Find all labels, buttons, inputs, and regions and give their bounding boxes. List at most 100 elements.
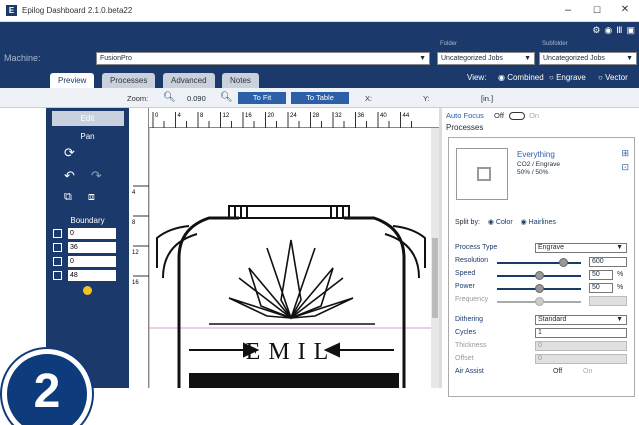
- frequency-label: Frequency: [455, 296, 489, 303]
- processes-title: Processes: [446, 123, 484, 132]
- help-icon[interactable]: ◉: [604, 25, 612, 36]
- ruler-tick-label: 8: [132, 220, 136, 226]
- boundary-bottom-field[interactable]: 36: [68, 242, 116, 253]
- split-by-label: Split by:: [455, 219, 480, 226]
- window-title: Epilog Dashboard 2.1.0.beta22: [22, 6, 133, 15]
- subfolder-label: Subfolder: [542, 41, 568, 47]
- ruler-tick-label: 20: [268, 113, 275, 119]
- process-thumbnail: [456, 148, 508, 200]
- speed-slider[interactable]: [497, 271, 581, 280]
- chevron-down-icon: ▼: [616, 244, 623, 251]
- ruler-top: 0 4 8 12 16 20 24 28 32 36 40 44: [149, 108, 439, 128]
- pan-label[interactable]: Pan: [46, 132, 129, 141]
- speed-field[interactable]: 50: [589, 270, 613, 280]
- view-vector-label: Vector: [605, 73, 628, 82]
- power-field[interactable]: 50: [589, 283, 613, 293]
- process-type-line: CO2 / Engrave: [517, 161, 560, 168]
- process-card[interactable]: Everything CO2 / Engrave 50% / 50% ⊞ ⊡ S…: [448, 137, 635, 397]
- power-knob[interactable]: [535, 284, 544, 293]
- group-icon[interactable]: ⧉: [64, 191, 72, 210]
- preview-canvas[interactable]: 0 4 8 12 16 20 24 28 32 36 40 44 EMIL 4 …: [129, 108, 442, 388]
- view-vector-radio[interactable]: ○ Vector: [598, 73, 628, 82]
- boundary-top-icon: [53, 229, 62, 238]
- zoom-in-icon[interactable]: 🔍︎: [220, 92, 233, 103]
- speed-label: Speed: [455, 270, 476, 277]
- split-color-radio[interactable]: ◉ Color: [488, 219, 513, 226]
- app-logo-icon: E: [6, 5, 17, 16]
- edit-button[interactable]: Edit: [51, 111, 124, 126]
- cycles-field[interactable]: 1: [535, 328, 627, 338]
- ruler-tick-label: 12: [223, 113, 230, 119]
- resolution-knob[interactable]: [559, 258, 568, 267]
- canvas-scrollbar[interactable]: [431, 128, 439, 388]
- boundary-left-field[interactable]: 0: [68, 256, 116, 267]
- view-engrave-label: Engrave: [556, 73, 586, 82]
- minimize-button[interactable]: –: [559, 3, 577, 17]
- speed-knob[interactable]: [535, 271, 544, 280]
- export-icon[interactable]: ⊡: [621, 162, 629, 173]
- power-unit: %: [617, 284, 624, 291]
- folder-select[interactable]: Uncategorized Jobs ▼: [437, 52, 535, 65]
- ruler-tick-label: 4: [132, 190, 136, 196]
- chevron-down-icon: ▼: [626, 55, 633, 62]
- offset-field: 0: [535, 354, 627, 364]
- split-hairlines-radio[interactable]: ◉ Hairlines: [521, 219, 556, 226]
- speed-unit: %: [617, 271, 624, 278]
- undo-icon[interactable]: ↶: [64, 168, 75, 187]
- power-label: Power: [455, 283, 475, 290]
- machine-select[interactable]: FusionPro ▼: [96, 52, 430, 65]
- boundary-left-icon: [53, 257, 62, 266]
- to-fit-button[interactable]: To Fit: [238, 92, 286, 104]
- ungroup-icon[interactable]: ⧈: [88, 191, 95, 210]
- to-table-button[interactable]: To Table: [291, 92, 349, 104]
- chevron-down-icon: ▼: [616, 316, 623, 323]
- tab-advanced[interactable]: Advanced: [163, 73, 215, 88]
- maximize-button[interactable]: ☐: [588, 3, 606, 17]
- tab-notes[interactable]: Notes: [222, 73, 259, 88]
- resolution-field[interactable]: 600: [589, 257, 627, 267]
- zoom-out-icon[interactable]: 🔍︎: [163, 92, 176, 103]
- x-label: X:: [365, 94, 373, 103]
- ruler-tick-label: 24: [290, 113, 297, 119]
- process-type-select[interactable]: Engrave ▼: [535, 243, 627, 253]
- top-icons: ⚙ ◉ Ⅲ ▣: [592, 25, 635, 36]
- ruler-tick-label: 40: [380, 113, 387, 119]
- jobs-icon[interactable]: Ⅲ: [616, 25, 622, 36]
- machine-value: FusionPro: [100, 55, 132, 62]
- ruler-tick-label: 28: [313, 113, 320, 119]
- subfolder-select[interactable]: Uncategorized Jobs ▼: [539, 52, 637, 65]
- dithering-select[interactable]: Standard ▼: [535, 315, 627, 325]
- machine-label: Machine:: [4, 53, 41, 63]
- tab-preview[interactable]: Preview: [50, 73, 95, 88]
- redo-icon[interactable]: ↷: [91, 168, 102, 187]
- ruler-tick-label: 0: [155, 113, 159, 119]
- view-engrave-radio[interactable]: ○ Engrave: [549, 73, 586, 82]
- boundary-top-field[interactable]: 0: [68, 228, 116, 239]
- printer-icon[interactable]: ▣: [626, 25, 635, 36]
- settings-gear-icon[interactable]: ⚙: [592, 25, 600, 36]
- boundary-right-field[interactable]: 48: [68, 270, 116, 281]
- autofocus-toggle[interactable]: [509, 112, 525, 121]
- unit-label: [in.]: [481, 94, 494, 103]
- left-toolbar: Edit Pan ⟳ ↶ ↷ ⧉ ⧈ Boundary 0 36 0 48: [46, 108, 129, 388]
- warning-icon[interactable]: [83, 286, 92, 295]
- ruler-tick-label: 16: [132, 280, 139, 286]
- resolution-slider[interactable]: [497, 258, 581, 267]
- boundary-label: Boundary: [70, 216, 105, 225]
- view-label: View:: [467, 73, 487, 82]
- ruler-tick-label: 44: [403, 113, 410, 119]
- power-slider[interactable]: [497, 284, 581, 293]
- tab-processes[interactable]: Processes: [102, 73, 156, 88]
- refresh-icon[interactable]: ⟳: [64, 145, 75, 164]
- ruler-tick-label: 4: [178, 113, 182, 119]
- ruler-tick-label: 12: [132, 250, 139, 256]
- chevron-down-icon: ▼: [524, 55, 531, 62]
- close-button[interactable]: ✕: [616, 3, 634, 17]
- scroll-thumb[interactable]: [432, 238, 438, 318]
- view-combined-radio[interactable]: ◉ Combined: [498, 73, 544, 82]
- artwork-text: EMIL: [246, 339, 337, 365]
- dithering-label: Dithering: [455, 316, 484, 323]
- folder-icon[interactable]: ⊞: [621, 148, 629, 159]
- split-color-label: Color: [495, 219, 513, 226]
- ruler-tick-label: 36: [358, 113, 365, 119]
